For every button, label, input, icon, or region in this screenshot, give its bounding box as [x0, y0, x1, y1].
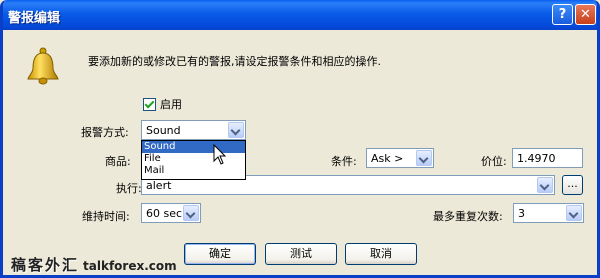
help-button[interactable]: ? [552, 4, 573, 25]
price-value: 1.4970 [517, 152, 556, 165]
title-bar[interactable]: 警报编辑 ? ✕ [3, 0, 597, 30]
alert-method-value: Sound [146, 124, 181, 137]
close-button[interactable]: ✕ [575, 4, 596, 25]
watermark: 稿客外汇 talkforex.com [11, 254, 177, 275]
symbol-label: 商品: [105, 155, 131, 168]
cancel-button[interactable]: 取消 [345, 243, 417, 265]
enable-label: 启用 [160, 98, 182, 111]
enable-checkbox-row[interactable]: 启用 [143, 96, 182, 112]
enable-checkbox[interactable] [143, 97, 156, 111]
timeout-select[interactable]: 60 sec [141, 203, 201, 223]
max-repeats-label: 最多重复次数: [433, 210, 503, 223]
chevron-down-icon[interactable] [228, 122, 244, 138]
chevron-down-icon[interactable] [566, 205, 582, 221]
timeout-label: 维持时间: [82, 210, 130, 223]
condition-label: 条件: [331, 155, 357, 168]
price-input[interactable]: 1.4970 [512, 148, 583, 168]
chevron-down-icon[interactable] [183, 205, 199, 221]
alert-method-label: 报警方式: [81, 126, 129, 139]
price-label: 价位: [481, 155, 507, 168]
max-repeats-value: 3 [518, 207, 525, 220]
watermark-cn: 稿客外汇 [11, 256, 80, 274]
condition-select[interactable]: Ask > [366, 148, 434, 168]
ok-button[interactable]: 确定 [184, 243, 256, 265]
browse-button[interactable]: ... [562, 175, 583, 195]
mouse-cursor-icon [213, 144, 227, 165]
condition-value: Ask > [371, 152, 404, 165]
action-value: alert [146, 179, 172, 192]
dropdown-option-mail[interactable]: Mail [142, 165, 245, 177]
watermark-en: talkforex.com [83, 259, 177, 273]
dropdown-option-sound[interactable]: Sound [142, 141, 245, 153]
timeout-value: 60 sec [146, 207, 183, 220]
dropdown-option-file[interactable]: File [142, 153, 245, 165]
chevron-down-icon[interactable] [416, 150, 432, 166]
max-repeats-select[interactable]: 3 [513, 203, 584, 223]
action-label: 执行: [116, 182, 142, 195]
instruction-text: 要添加新的或修改已有的警报,请设定报警条件和相应的操作. [88, 55, 381, 68]
window-title: 警报编辑 [8, 11, 61, 26]
test-button[interactable]: 测试 [265, 243, 337, 265]
alert-method-dropdown: Sound File Mail [141, 140, 246, 180]
alert-method-select[interactable]: Sound [141, 120, 246, 140]
chevron-down-icon[interactable] [537, 177, 553, 193]
bell-icon [27, 47, 59, 85]
alert-editor-window: 警报编辑 ? ✕ 要添加新的或修改已有的警报,请设定报警条件和相应的操作. 启用… [0, 0, 600, 278]
